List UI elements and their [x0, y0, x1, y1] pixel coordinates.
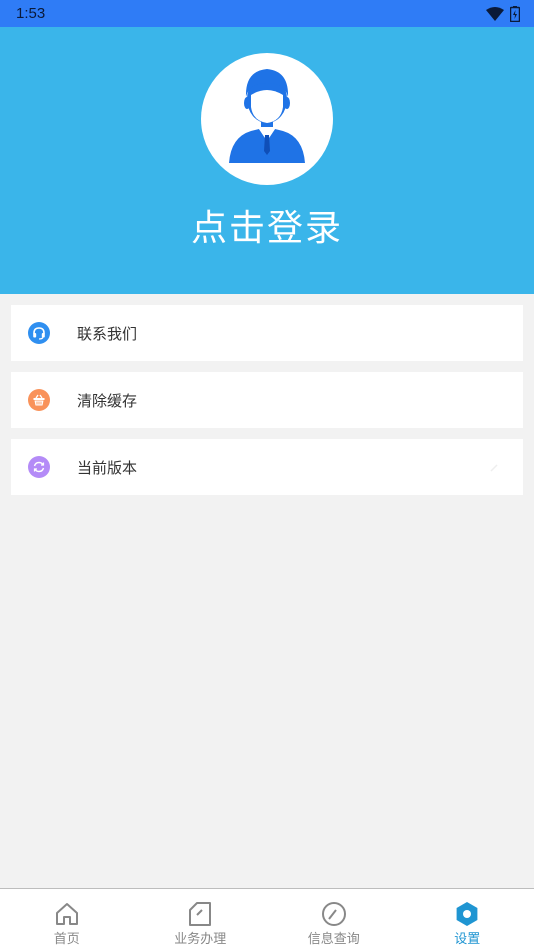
status-bar: 1:53 [0, 0, 534, 27]
menu-item-label: 联系我们 [77, 324, 138, 343]
tab-settings[interactable]: 设置 [401, 889, 534, 950]
tab-label: 业务办理 [174, 932, 227, 947]
tab-business[interactable]: 业务办理 [134, 889, 268, 950]
tab-label: 首页 [53, 932, 80, 947]
tab-info-query[interactable]: 信息查询 [267, 889, 401, 950]
status-icons [486, 5, 520, 22]
wifi-icon [486, 6, 504, 21]
profile-header: 点击登录 [0, 27, 534, 294]
tab-label: 信息查询 [307, 932, 360, 947]
user-avatar-icon [229, 69, 305, 163]
menu-item-label: 清除缓存 [77, 391, 138, 410]
menu-item-contact-us[interactable]: 联系我们 [11, 305, 523, 361]
document-icon [189, 902, 212, 926]
chevron-right-icon [490, 464, 498, 472]
status-time: 1:53 [16, 5, 46, 22]
menu-item-current-version[interactable]: 当前版本 [11, 439, 523, 495]
refresh-icon [28, 456, 50, 478]
tab-label: 设置 [454, 932, 481, 947]
gauge-icon [321, 902, 346, 926]
home-icon [55, 903, 78, 925]
bottom-tab-bar: 首页 业务办理 信息查询 设置 [0, 888, 534, 950]
headset-icon [28, 322, 50, 344]
battery-icon [510, 5, 520, 22]
settings-icon [456, 902, 478, 926]
login-prompt[interactable]: 点击登录 [0, 199, 534, 251]
avatar[interactable] [201, 53, 333, 185]
tab-home[interactable]: 首页 [0, 889, 134, 950]
menu-item-label: 当前版本 [77, 458, 138, 477]
menu-item-clear-cache[interactable]: 清除缓存 [11, 372, 523, 428]
basket-icon [28, 389, 50, 411]
